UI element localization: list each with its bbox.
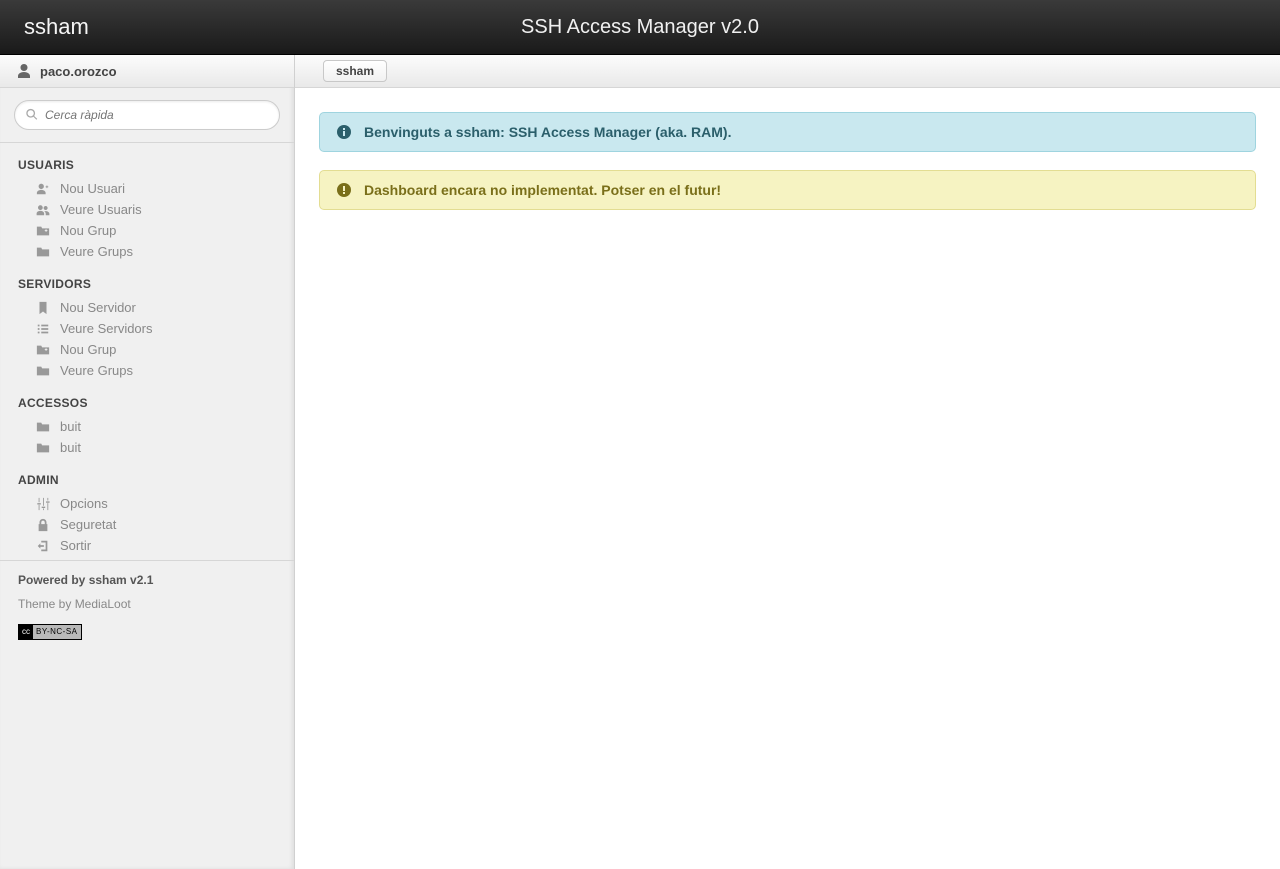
nav-item[interactable]: Veure Grups: [0, 360, 294, 381]
alert-warning: Dashboard encara no implementat. Potser …: [319, 170, 1256, 210]
nav-item[interactable]: Nou Grup: [0, 220, 294, 241]
nav-heading: ACCESSOS: [0, 381, 294, 416]
nav-item[interactable]: Nou Grup: [0, 339, 294, 360]
nav-item[interactable]: Sortir: [0, 535, 294, 556]
nav-item-label: buit: [60, 440, 81, 455]
cc-badge-right: BY-NC-SA: [33, 625, 81, 639]
nav-heading: ADMIN: [0, 458, 294, 493]
nav-item-label: Nou Grup: [60, 223, 116, 238]
nav-item-label: Veure Grups: [60, 363, 133, 378]
nav-item-label: Seguretat: [60, 517, 116, 532]
breadcrumb[interactable]: ssham: [323, 60, 387, 82]
user-name: paco.orozco: [40, 64, 117, 79]
nav-item-label: Veure Grups: [60, 244, 133, 259]
search-box[interactable]: [14, 100, 280, 130]
nav: USUARIS Nou Usuari Veure Usuaris Nou Grup Ve…: [0, 143, 294, 561]
folder-plus-icon: [36, 224, 50, 238]
folder-icon: [36, 245, 50, 259]
search-icon: [25, 108, 39, 122]
nav-item-label: Veure Servidors: [60, 321, 153, 336]
warning-icon: [336, 182, 352, 198]
folder-icon: [36, 441, 50, 455]
nav-item[interactable]: Nou Servidor: [0, 297, 294, 318]
nav-item[interactable]: Nou Usuari: [0, 178, 294, 199]
folder-icon: [36, 420, 50, 434]
nav-heading: USUARIS: [0, 143, 294, 178]
nav-item-label: Veure Usuaris: [60, 202, 142, 217]
brand[interactable]: ssham: [0, 14, 295, 40]
nav-item[interactable]: buit: [0, 437, 294, 458]
cc-badge-left: cc: [19, 625, 33, 639]
search-wrap: [0, 88, 294, 143]
content: Benvinguts a ssham: SSH Access Manager (…: [295, 88, 1280, 252]
top-bar: ssham SSH Access Manager v2.0: [0, 0, 1280, 55]
user-icon: [16, 63, 32, 79]
sidebar-footer: Powered by ssham v2.1 Theme by MediaLoot…: [0, 561, 294, 652]
alert-info: Benvinguts a ssham: SSH Access Manager (…: [319, 112, 1256, 152]
main: ssham Benvinguts a ssham: SSH Access Man…: [295, 55, 1280, 869]
nav-item-label: buit: [60, 419, 81, 434]
exit-icon: [36, 539, 50, 553]
nav-item-label: Nou Usuari: [60, 181, 125, 196]
lock-icon: [36, 518, 50, 532]
powered-by: Powered by ssham v2.1: [18, 573, 276, 587]
nav-item-label: Nou Grup: [60, 342, 116, 357]
page-title: SSH Access Manager v2.0: [521, 16, 759, 39]
nav-item-label: Sortir: [60, 538, 91, 553]
users-icon: [36, 203, 50, 217]
nav-item[interactable]: Veure Grups: [0, 241, 294, 262]
nav-item-label: Nou Servidor: [60, 300, 136, 315]
alert-info-text: Benvinguts a ssham: SSH Access Manager (…: [364, 124, 732, 140]
nav-item[interactable]: buit: [0, 416, 294, 437]
nav-heading: SERVIDORS: [0, 262, 294, 297]
sliders-icon: [36, 497, 50, 511]
nav-item[interactable]: Opcions: [0, 493, 294, 514]
search-input[interactable]: [45, 108, 269, 122]
bookmark-icon: [36, 301, 50, 315]
nav-item[interactable]: Veure Usuaris: [0, 199, 294, 220]
info-icon: [336, 124, 352, 140]
breadcrumb-bar: ssham: [295, 55, 1280, 88]
list-icon: [36, 322, 50, 336]
folder-plus-icon: [36, 343, 50, 357]
folder-icon: [36, 364, 50, 378]
cc-badge[interactable]: cc BY-NC-SA: [18, 624, 82, 640]
user-plus-icon: [36, 182, 50, 196]
nav-item[interactable]: Veure Servidors: [0, 318, 294, 339]
sidebar: paco.orozco USUARIS Nou Usuari Veure Usuar…: [0, 55, 295, 869]
theme-by[interactable]: Theme by MediaLoot: [18, 597, 276, 611]
nav-item[interactable]: Seguretat: [0, 514, 294, 535]
alert-warning-text: Dashboard encara no implementat. Potser …: [364, 182, 721, 198]
nav-item-label: Opcions: [60, 496, 108, 511]
user-row[interactable]: paco.orozco: [0, 55, 294, 88]
